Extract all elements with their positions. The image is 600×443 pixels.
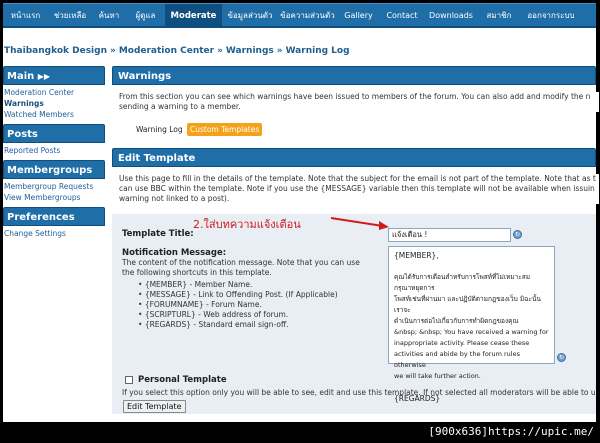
shortcut-text: {FORUMNAME} - Forum Name. bbox=[144, 300, 262, 309]
edit-description-line: warning not linked to a post). bbox=[119, 194, 599, 204]
breadcrumb-item[interactable]: Moderation Center bbox=[119, 46, 214, 56]
shortcut-text: {SCRIPTURL} - Web address of forum. bbox=[144, 310, 289, 319]
spellcheck-icon[interactable]: ↻ bbox=[557, 353, 566, 362]
watermark-text: [900x636]https://upic.me/ bbox=[428, 425, 594, 438]
personal-template-checkbox[interactable] bbox=[125, 376, 133, 384]
nav-messages[interactable]: ข้อความส่วนตัว bbox=[278, 4, 337, 28]
sidebar-link-view-membergroups[interactable]: View Membergroups bbox=[3, 192, 105, 203]
nav-home[interactable]: หน้าแรก bbox=[3, 4, 48, 28]
tab-warning-log[interactable]: Warning Log bbox=[133, 123, 186, 136]
notification-message-label: Notification Message: bbox=[122, 248, 227, 258]
shortcut-text: {REGARDS} - Standard email sign-off. bbox=[144, 320, 289, 329]
breadcrumb-item[interactable]: Warning Log bbox=[286, 46, 350, 56]
nav-downloads[interactable]: Downloads bbox=[424, 4, 478, 28]
breadcrumb-separator: » bbox=[109, 46, 116, 56]
personal-template-label: Personal Template bbox=[138, 375, 227, 385]
message-line: activities and abide by the forum rules … bbox=[394, 350, 520, 369]
sidebar-header-membergroups[interactable]: Membergroups bbox=[3, 160, 105, 179]
template-title-input[interactable]: แจ้งเตือน ! bbox=[388, 228, 511, 242]
shortcut-item: • {REGARDS} - Standard email sign-off. bbox=[138, 320, 289, 329]
edit-description-line: Use this page to fill in the details of … bbox=[119, 174, 599, 184]
nav-members[interactable]: สมาชิก bbox=[478, 4, 520, 28]
sidebar-link-watched-members[interactable]: Watched Members bbox=[3, 109, 105, 120]
message-line: โพสท์เช่นที่ผ่านมา และปฏิบัติตามกฎของเว็… bbox=[394, 295, 541, 314]
personal-template-description: If you select this option only you will … bbox=[122, 388, 596, 397]
breadcrumb-item[interactable]: Warnings bbox=[226, 46, 274, 56]
breadcrumb-separator: » bbox=[217, 46, 223, 56]
breadcrumb-separator: » bbox=[276, 46, 283, 56]
shortcut-item: • {MESSAGE} - Link to Offending Post. (I… bbox=[138, 290, 338, 299]
warnings-description-line: From this section you can see which warn… bbox=[119, 92, 599, 102]
warnings-header: Warnings bbox=[112, 66, 596, 85]
nav-admin[interactable]: ผู้ดูแล bbox=[126, 4, 165, 28]
nav-profile[interactable]: ข้อมูลส่วนตัว bbox=[222, 4, 278, 28]
message-line: {MEMBER}, bbox=[394, 251, 439, 260]
edit-description-line: can use BBC within the template. Note if… bbox=[119, 184, 599, 194]
shortcut-item: • {FORUMNAME} - Forum Name. bbox=[138, 300, 262, 309]
notification-message-textarea[interactable]: {MEMBER}, คุณได้รับการเตือนสำหรับการโพสท… bbox=[388, 246, 555, 403]
edit-template-header: Edit Template bbox=[112, 148, 596, 167]
notification-description-line: the following shortcuts in this template… bbox=[122, 268, 272, 277]
message-line: &nbsp; &nbsp; You have received a warnin… bbox=[394, 328, 549, 336]
message-line: คุณได้รับการเตือนสำหรับการโพสท์ที่ไม่เหม… bbox=[394, 273, 530, 292]
double-chevron-right-icon: ▶▶ bbox=[37, 72, 51, 81]
shortcut-item: • {SCRIPTURL} - Web address of forum. bbox=[138, 310, 289, 319]
annotation-label: 2.ใส่บทความแจ้งเตือน bbox=[193, 218, 301, 231]
spellcheck-icon[interactable]: ↻ bbox=[513, 230, 522, 239]
edit-template-button[interactable]: Edit Template bbox=[123, 400, 186, 413]
shortcut-item: • {MEMBER} - Member Name. bbox=[138, 280, 253, 289]
sidebar-link-change-settings[interactable]: Change Settings bbox=[3, 228, 105, 239]
shortcut-text: {MEMBER} - Member Name. bbox=[144, 280, 253, 289]
sidebar-header-main[interactable]: Main ▶▶ bbox=[3, 66, 105, 85]
template-form: Template Title: Notification Message: Th… bbox=[112, 214, 596, 414]
sidebar-link-moderation-center[interactable]: Moderation Center bbox=[3, 87, 105, 98]
notification-description-line: The content of the notification message.… bbox=[122, 258, 360, 267]
message-line: inappropriate activity. Please cease the… bbox=[394, 339, 530, 347]
annotation-arrow-icon bbox=[330, 217, 389, 230]
nav-help[interactable]: ช่วยเหลือ bbox=[48, 4, 92, 28]
template-title-label: Template Title: bbox=[122, 229, 194, 239]
edit-template-panel: Edit Template Use this page to fill in t… bbox=[112, 148, 599, 204]
nav-logout[interactable]: ออกจากระบบ bbox=[520, 4, 582, 28]
sidebar-link-warnings[interactable]: Warnings bbox=[3, 98, 105, 109]
top-navigation: หน้าแรก ช่วยเหลือ ค้นหา ผู้ดูแล Moderate… bbox=[3, 3, 596, 28]
message-line bbox=[394, 261, 549, 272]
breadcrumb: Thaibangkok Design» Moderation Center» War… bbox=[4, 46, 350, 56]
message-line: we will take further action. bbox=[394, 372, 481, 380]
nav-gallery[interactable]: Gallery bbox=[337, 4, 380, 28]
nav-contact[interactable]: Contact bbox=[380, 4, 424, 28]
nav-moderate[interactable]: Moderate bbox=[165, 4, 222, 28]
sidebar-link-reported-posts[interactable]: Reported Posts bbox=[3, 145, 105, 156]
sidebar-header-preferences[interactable]: Preferences bbox=[3, 207, 105, 226]
tab-custom-templates[interactable]: Custom Templates bbox=[187, 123, 263, 136]
sidebar: Main ▶▶ Moderation Center Warnings Watch… bbox=[3, 66, 105, 239]
warnings-description-line: sending a warning to a member. bbox=[119, 102, 599, 112]
sidebar-header-label: Main bbox=[7, 71, 35, 82]
shortcut-text: {MESSAGE} - Link to Offending Post. (If … bbox=[144, 290, 338, 299]
message-line: ดำเนินการต่อไปเกี่ยวกับการทำผิดกฎของคุณ bbox=[394, 317, 519, 325]
breadcrumb-item[interactable]: Thaibangkok Design bbox=[4, 46, 107, 56]
sidebar-header-posts[interactable]: Posts bbox=[3, 124, 105, 143]
nav-search[interactable]: ค้นหา bbox=[92, 4, 126, 28]
sidebar-link-membergroup-requests[interactable]: Membergroup Requests bbox=[3, 181, 105, 192]
watermark-bar: [900x636]https://upic.me/ bbox=[0, 422, 600, 443]
main-content: Warnings From this section you can see w… bbox=[112, 66, 599, 204]
